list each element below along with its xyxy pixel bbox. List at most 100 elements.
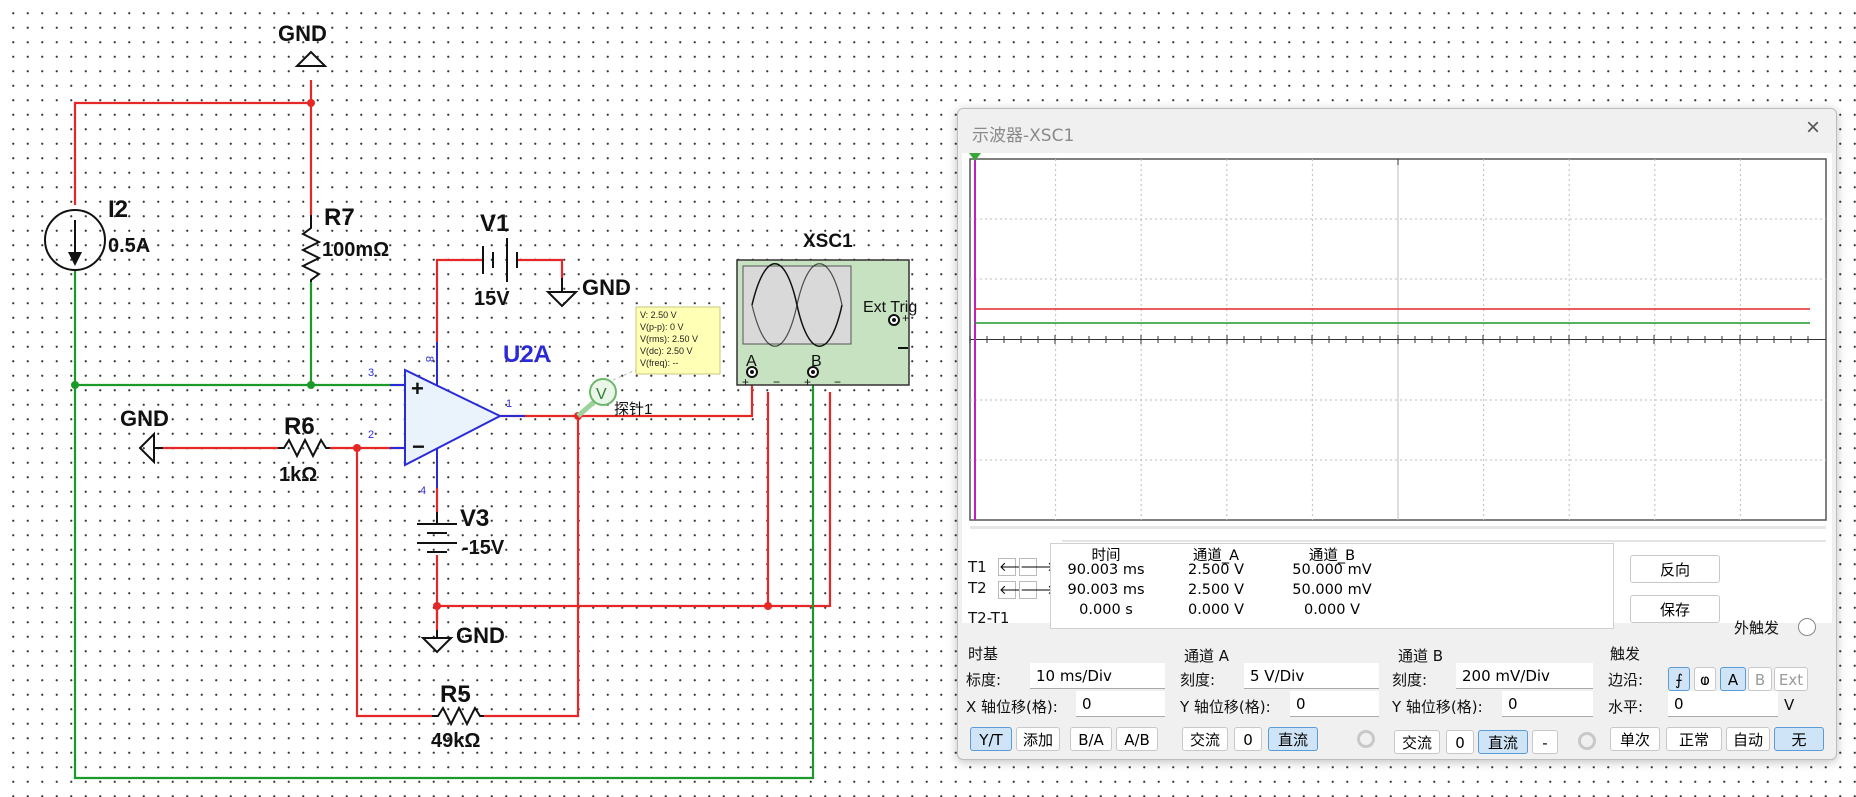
channel-a-gear-icon[interactable] (1357, 730, 1375, 748)
probe-readout: V: 2.50 V V(p-p): 0 V V(rms): 2.50 V V(d… (635, 306, 721, 375)
i2-value: 0.5A (108, 235, 150, 257)
svg-text:V: 2.50 V: V: 2.50 V (640, 310, 677, 320)
trigger-mode-none-button[interactable]: 无 (1774, 727, 1824, 751)
gnd-symbol-v3[interactable] (420, 630, 454, 654)
add-mode-button[interactable]: 添加 (1016, 727, 1060, 751)
channel-b-ypos-field[interactable]: 0 (1502, 691, 1593, 717)
trigger-level-label: 水平: (1608, 698, 1644, 716)
ext-trigger-label: 外触发 (1734, 619, 1780, 637)
r7-name: R7 (324, 204, 355, 231)
channel-a-ac-button[interactable]: 交流 (1182, 727, 1228, 751)
channel-b-ac-button[interactable]: 交流 (1394, 730, 1440, 754)
pin-out: 1 (506, 398, 512, 410)
u2a-name: U2A (503, 341, 551, 368)
schematic-canvas[interactable]: GND I2 0.5A R7 100mΩ V1 15V GND + − U2A … (0, 0, 1856, 797)
trigger-source-b-button[interactable]: B (1748, 667, 1772, 691)
trigger-edge-label: 边沿: (1608, 671, 1644, 689)
yt-mode-button[interactable]: Y/T (970, 727, 1012, 751)
channel-b-scale-field[interactable]: 200 mV/Div (1456, 663, 1593, 689)
gnd-symbol-r6[interactable] (138, 431, 163, 465)
ext-trigger-radio[interactable] (1798, 618, 1816, 636)
channel-b-gear-icon[interactable] (1578, 732, 1596, 750)
battery-v1[interactable] (482, 238, 518, 282)
ab-mode-button[interactable]: A/B (1116, 727, 1158, 751)
channel-b-scale-label: 刻度: (1392, 671, 1428, 689)
window-title: 示波器-XSC1 (972, 126, 1075, 146)
t2-time: 90.003 ms (1067, 582, 1145, 598)
r5-name: R5 (440, 681, 471, 708)
channel-b-dc-button[interactable]: 直流 (1478, 730, 1528, 754)
svg-text:−: − (834, 375, 841, 389)
trigger-mode-auto-button[interactable]: 自动 (1726, 727, 1770, 751)
x-position-label: X 轴位移(格): (966, 698, 1058, 716)
close-icon[interactable]: × (1802, 116, 1824, 140)
v1-value: 15V (474, 288, 510, 310)
gnd-label-top: GND (278, 21, 327, 46)
timebase-scale-field[interactable]: 10 ms/Div (1030, 663, 1165, 689)
t2-channel-a: 2.500 V (1187, 582, 1245, 598)
svg-text:−: − (773, 375, 780, 389)
reverse-button[interactable]: 反向 (1630, 555, 1720, 583)
r7-value: 100mΩ (322, 239, 389, 261)
rising-edge-icon[interactable]: ⨍ (1668, 667, 1690, 691)
pin-in-plus: 3 (368, 367, 374, 379)
resistor-r7[interactable] (300, 215, 322, 282)
save-button[interactable]: 保存 (1630, 595, 1720, 623)
trigger-source-ext-button[interactable]: Ext (1774, 667, 1808, 691)
channel-b-minus-button[interactable]: - (1532, 730, 1558, 754)
x-position-field[interactable]: 0 (1076, 691, 1165, 717)
t2-label: T2 (968, 579, 987, 597)
r6-name: R6 (284, 413, 315, 440)
ba-mode-button[interactable]: B/A (1070, 727, 1112, 751)
t2-channel-b: 50.000 mV (1292, 582, 1372, 598)
probe-icon[interactable]: V (576, 378, 617, 418)
t1-right-arrow-icon[interactable]: 🡒 (1019, 558, 1055, 576)
channel-a-scale-field[interactable]: 5 V/Div (1244, 663, 1379, 689)
t2-left-arrow-icon[interactable]: 🡐 (998, 581, 1034, 599)
delta-time: 0.000 s (1079, 602, 1133, 618)
channel-a-ypos-field[interactable]: 0 (1290, 691, 1379, 717)
v3-name: V3 (460, 505, 489, 532)
trigger-mode-normal-button[interactable]: 正常 (1666, 727, 1722, 751)
oscilloscope-window[interactable]: 示波器-XSC1 × T1 T2 T2-T1 🡐 🡒 🡐 🡒 时间 通道_A 通… (957, 108, 1837, 760)
svg-text:V: V (596, 386, 607, 403)
v3-value: -15V (462, 537, 505, 559)
falling-edge-icon[interactable]: ⱷ (1694, 667, 1716, 691)
t1-channel-b: 50.000 mV (1292, 562, 1372, 578)
resistor-r5[interactable] (432, 705, 484, 727)
trigger-source-a-button[interactable]: A (1720, 667, 1746, 691)
r5-value: 49kΩ (431, 730, 480, 752)
t1-time: 90.003 ms (1067, 562, 1145, 578)
channel-a-dc-button[interactable]: 直流 (1268, 727, 1318, 751)
trigger-title: 触发 (1610, 645, 1641, 663)
battery-v3[interactable] (417, 512, 457, 553)
delta-channel-b: 0.000 V (1303, 602, 1361, 618)
channel-b-zero-button[interactable]: 0 (1446, 730, 1474, 754)
gnd-symbol-top[interactable] (294, 50, 328, 67)
svg-text:V(dc): 2.50 V: V(dc): 2.50 V (640, 346, 693, 356)
svg-text:−: − (412, 434, 425, 459)
gnd-label-r6: GND (120, 406, 169, 431)
r6-value: 1kΩ (279, 464, 317, 486)
probe-name: 探针1 (614, 401, 652, 418)
pin-vpos: 8 (423, 356, 435, 362)
resistor-r6[interactable] (278, 437, 330, 459)
t1-left-arrow-icon[interactable]: 🡐 (998, 558, 1034, 576)
v1-name: V1 (480, 210, 509, 237)
t1-label: T1 (968, 558, 987, 576)
oscilloscope-xsc1[interactable]: + − + − + (736, 259, 910, 389)
trigger-level-field[interactable]: 0 (1668, 691, 1778, 717)
t1-channel-a: 2.500 V (1187, 562, 1245, 578)
gnd-label-v1: GND (582, 275, 631, 300)
gnd-symbol-v1[interactable] (545, 278, 579, 308)
delta-channel-a: 0.000 V (1187, 602, 1245, 618)
xsc1-ch-a: A (746, 353, 757, 370)
timebase-scale-label: 标度: (966, 671, 1002, 689)
svg-text:+: + (742, 375, 749, 389)
current-source-i2[interactable] (44, 209, 106, 271)
channel-b-ypos-label: Y 轴位移(格): (1392, 698, 1483, 716)
channel-a-zero-button[interactable]: 0 (1234, 727, 1262, 751)
trigger-mode-single-button[interactable]: 单次 (1610, 727, 1660, 751)
t2-right-arrow-icon[interactable]: 🡒 (1019, 581, 1055, 599)
gnd-label-v3: GND (456, 623, 505, 648)
